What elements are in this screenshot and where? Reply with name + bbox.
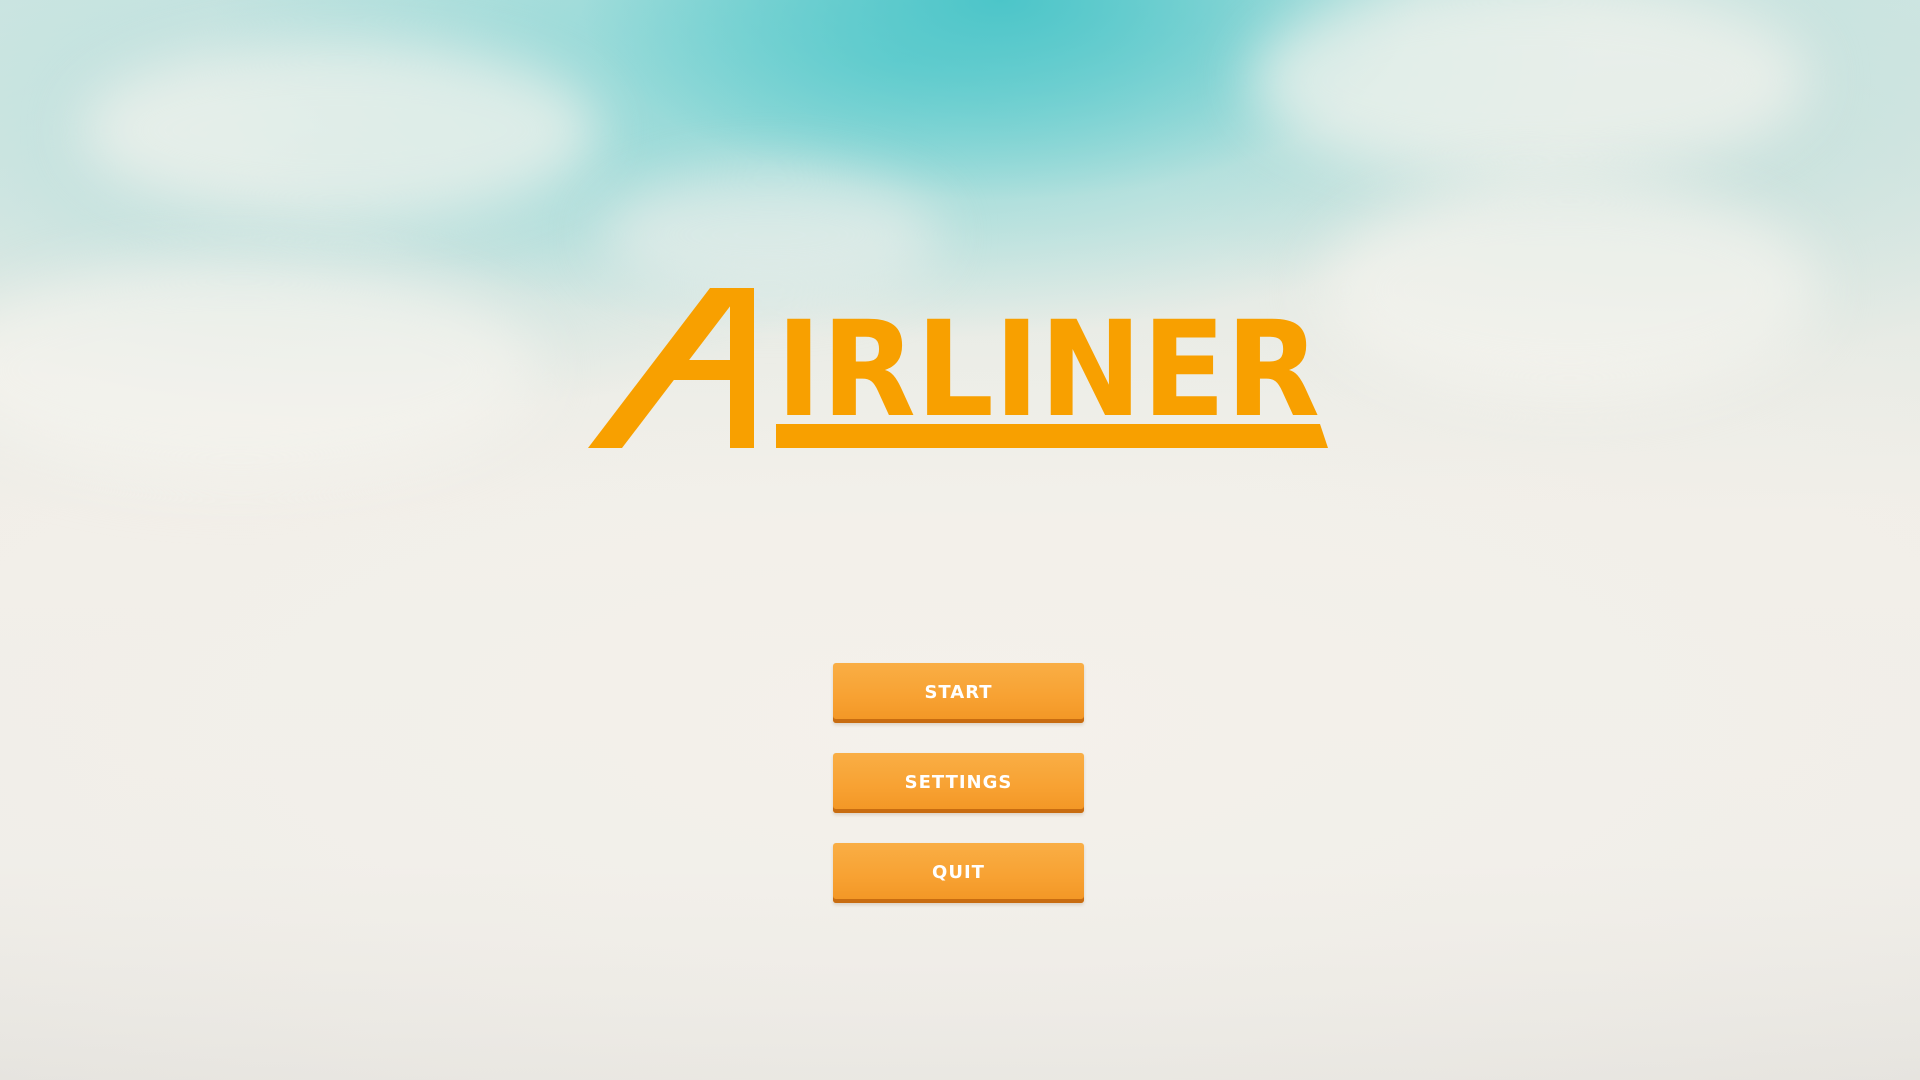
logo-letters: IRLINER — [776, 293, 1320, 447]
quit-button[interactable]: QUIT — [833, 843, 1084, 903]
cloud — [0, 260, 540, 480]
airliner-logo-mark: IRLINER — [588, 288, 1328, 448]
cloud — [1320, 180, 1820, 400]
cloud — [80, 40, 600, 220]
main-menu: START SETTINGS QUIT — [833, 663, 1084, 933]
settings-button[interactable]: SETTINGS — [833, 753, 1084, 813]
cloud — [1250, 0, 1810, 180]
start-button[interactable]: START — [833, 663, 1084, 723]
game-logo: IRLINER — [588, 280, 1328, 450]
